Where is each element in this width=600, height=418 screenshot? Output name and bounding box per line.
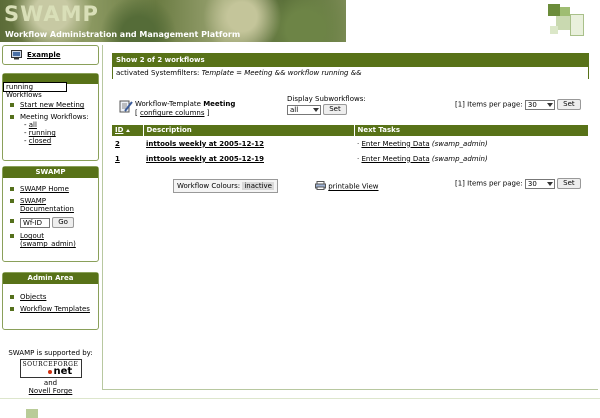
task-user: (swamp_admin) bbox=[431, 154, 488, 163]
sidebar-item-meeting-workflows: Meeting Workflows: - all - running - clo… bbox=[3, 113, 98, 145]
go-button[interactable]: Go bbox=[52, 217, 74, 228]
start-meeting-link[interactable]: Start new Meeting bbox=[20, 101, 84, 109]
printable-view[interactable]: printable View bbox=[315, 181, 379, 192]
sidebar-item-start-meeting[interactable]: Start new Meeting bbox=[3, 101, 98, 109]
chevron-down-icon bbox=[313, 107, 319, 112]
example-link[interactable]: Example bbox=[27, 51, 60, 59]
example-panel: Example bbox=[2, 45, 99, 65]
swamp-logo: SWAMP bbox=[4, 2, 99, 26]
workflow-table: ID Description Next Tasks 2 inttools wee… bbox=[112, 125, 589, 166]
column-header-id[interactable]: ID bbox=[112, 125, 144, 136]
column-header-next-tasks[interactable]: Next Tasks bbox=[354, 125, 589, 136]
sidebar-item-documentation[interactable]: SWAMP Documentation bbox=[3, 197, 98, 213]
meeting-workflows-label: Meeting Workflows: bbox=[20, 113, 89, 121]
admin-panel-title: Admin Area bbox=[3, 273, 98, 284]
next-task-link[interactable]: Enter Meeting Data bbox=[361, 155, 429, 163]
header: SWAMP Workflow Administration and Manage… bbox=[0, 0, 600, 44]
items-per-page-set-button-bottom[interactable]: Set bbox=[557, 178, 581, 189]
main-content: Show 2 of 2 workflows activated Systemfi… bbox=[102, 45, 598, 390]
subworkflows-select[interactable]: all bbox=[287, 104, 321, 115]
workflow-colours-legend: Workflow Colours: inactive bbox=[173, 179, 278, 193]
logout-link[interactable]: Logout (swamp_admin) bbox=[20, 232, 76, 248]
workflow-summary: Show 2 of 2 workflows activated Systemfi… bbox=[112, 53, 589, 79]
items-per-page-set-button-top[interactable]: Set bbox=[557, 99, 581, 110]
items-per-page-select-bottom[interactable]: 30 bbox=[524, 178, 555, 189]
novell-forge-link[interactable]: Novell Forge bbox=[29, 387, 73, 395]
template-name: Meeting bbox=[203, 100, 236, 108]
monitor-icon bbox=[11, 50, 22, 62]
sort-asc-icon bbox=[125, 129, 130, 132]
workflow-count-title: Show 2 of 2 workflows bbox=[113, 54, 588, 67]
swamp-home-link[interactable]: SWAMP Home bbox=[20, 185, 69, 193]
filter-closed-link[interactable]: closed bbox=[29, 137, 51, 145]
workflow-templates-link[interactable]: Workflow Templates bbox=[20, 305, 90, 313]
workflow-description-link[interactable]: inttools weekly at 2005-12-12 bbox=[146, 140, 264, 148]
wfid-input[interactable]: Wf-ID bbox=[20, 217, 50, 228]
brand-squares-icon bbox=[548, 4, 588, 40]
supported-by-text: SWAMP is supported by: bbox=[8, 349, 93, 357]
pagination-top: [1] Items per page: 30 Set bbox=[455, 99, 581, 110]
task-user: (swamp_admin) bbox=[431, 139, 488, 148]
template-info: Workflow-Template Meeting [ configure co… bbox=[135, 100, 236, 117]
sourceforge-logo[interactable]: SOURCEFORGE net bbox=[19, 359, 82, 378]
chevron-down-icon bbox=[546, 102, 553, 107]
system-filter-value: Template = Meeting && workflow running &… bbox=[201, 69, 362, 77]
filter-running-link[interactable]: running bbox=[29, 129, 56, 137]
table-row: 1 inttools weekly at 2005-12-19 · Enter … bbox=[115, 154, 488, 163]
workflow-description-link[interactable]: inttools weekly at 2005-12-19 bbox=[146, 155, 264, 163]
workflow-type-select[interactable]: running Workflows bbox=[3, 82, 67, 99]
configure-columns-link[interactable]: configure columns bbox=[140, 109, 205, 117]
filter-all-link[interactable]: all bbox=[29, 121, 37, 129]
next-task-link[interactable]: Enter Meeting Data bbox=[361, 140, 429, 148]
and-text: and bbox=[43, 379, 58, 387]
sidebar-item-swamp-home[interactable]: SWAMP Home bbox=[3, 185, 98, 193]
template-icon bbox=[119, 99, 133, 115]
subworkflows-set-button[interactable]: Set bbox=[323, 104, 347, 115]
sidebar-item-workflow-templates[interactable]: Workflow Templates bbox=[3, 305, 98, 313]
objects-link[interactable]: Objects bbox=[20, 293, 46, 301]
sidebar-item-wfid: Wf-ID Go bbox=[3, 217, 98, 228]
table-row: 2 inttools weekly at 2005-12-12 · Enter … bbox=[115, 139, 488, 148]
footer-strip bbox=[0, 398, 600, 418]
printer-icon bbox=[315, 181, 326, 192]
sidebar-item-logout[interactable]: Logout (swamp_admin) bbox=[3, 232, 98, 248]
system-filter-info: activated Systemfilters: Template = Meet… bbox=[113, 67, 588, 79]
sponsor-area: SWAMP is supported by: SOURCEFORGE net a… bbox=[2, 349, 99, 395]
sidebar-item-objects[interactable]: Objects bbox=[3, 293, 98, 301]
workflow-id-link[interactable]: 1 bbox=[115, 155, 120, 163]
subworkflows-control: Display Subworkflows: all Set bbox=[287, 95, 366, 115]
chevron-down-icon bbox=[546, 181, 553, 186]
items-per-page-select-top[interactable]: 30 bbox=[524, 99, 555, 110]
workflow-panel: running Workflows Start new Meeting Meet… bbox=[2, 73, 99, 161]
swamp-panel-title: SWAMP bbox=[3, 167, 98, 178]
banner: SWAMP Workflow Administration and Manage… bbox=[0, 0, 346, 42]
platform-title: Workflow Administration and Management P… bbox=[5, 30, 241, 39]
inactive-colour-badge: inactive bbox=[242, 182, 274, 190]
printable-view-link[interactable]: printable View bbox=[328, 183, 378, 191]
sourceforge-dot-icon bbox=[47, 370, 52, 374]
swamp-documentation-link[interactable]: SWAMP Documentation bbox=[20, 197, 74, 213]
swamp-panel: SWAMP SWAMP Home SWAMP Documentation Wf-… bbox=[2, 166, 99, 262]
pagination-bottom: [1] Items per page: 30 Set bbox=[455, 178, 581, 189]
admin-panel: Admin Area Objects Workflow Templates bbox=[2, 272, 99, 330]
column-header-description[interactable]: Description bbox=[143, 125, 355, 136]
workflow-id-link[interactable]: 2 bbox=[115, 140, 120, 148]
